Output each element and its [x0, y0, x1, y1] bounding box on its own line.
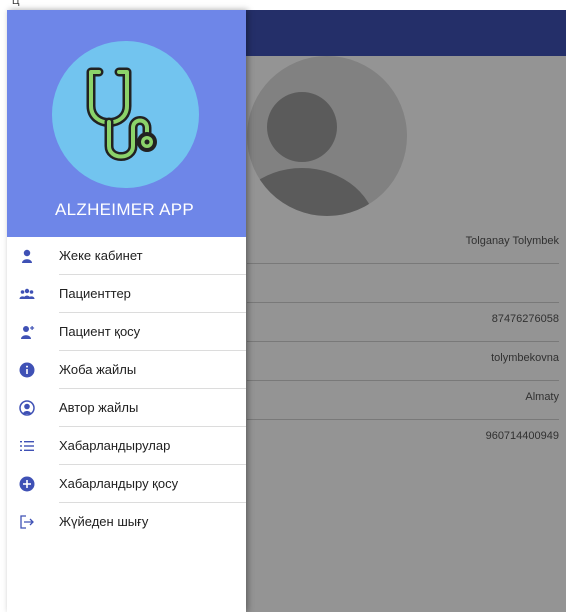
menu-item-patients[interactable]: Пациенттер	[7, 275, 246, 313]
menu-item-label: Жеке кабинет	[59, 248, 143, 263]
add-circle-icon	[19, 476, 35, 492]
menu-item-personal-cabinet[interactable]: Жеке кабинет	[7, 237, 246, 275]
status-strip: Ц	[0, 0, 566, 10]
menu-item-label: Жоба жайлы	[59, 362, 137, 377]
add-person-icon	[21, 326, 35, 339]
navigation-drawer: ALZHEIMER APP Жеке кабинет Пациенттер Па…	[7, 10, 246, 612]
drawer-menu: Жеке кабинет Пациенттер Пациент қосу Жоб…	[7, 237, 246, 541]
drawer-header: ALZHEIMER APP	[7, 10, 246, 237]
logout-icon	[20, 515, 34, 529]
menu-item-logout[interactable]: Жүйеден шығу	[7, 503, 246, 541]
menu-item-label: Автор жайлы	[59, 400, 139, 415]
menu-item-label: Пациенттер	[59, 286, 131, 301]
person-icon	[22, 249, 32, 263]
list-icon	[20, 441, 34, 451]
menu-item-about-project[interactable]: Жоба жайлы	[7, 351, 246, 389]
group-icon	[19, 288, 35, 299]
menu-item-add-patient[interactable]: Пациент қосу	[7, 313, 246, 351]
menu-item-announcements[interactable]: Хабарландырулар	[7, 427, 246, 465]
menu-item-label: Жүйеден шығу	[59, 514, 149, 529]
app-logo	[52, 41, 199, 188]
app-title: ALZHEIMER APP	[55, 200, 194, 219]
menu-item-label: Пациент қосу	[59, 324, 141, 339]
author-icon	[19, 400, 35, 416]
menu-item-add-announcement[interactable]: Хабарландыру қосу	[7, 465, 246, 503]
menu-item-about-author[interactable]: Автор жайлы	[7, 389, 246, 427]
status-label: Ц	[12, 0, 20, 7]
stethoscope-icon	[86, 67, 157, 161]
info-icon	[19, 362, 35, 378]
menu-item-label: Хабарландырулар	[59, 438, 171, 453]
menu-item-label: Хабарландыру қосу	[59, 476, 179, 491]
